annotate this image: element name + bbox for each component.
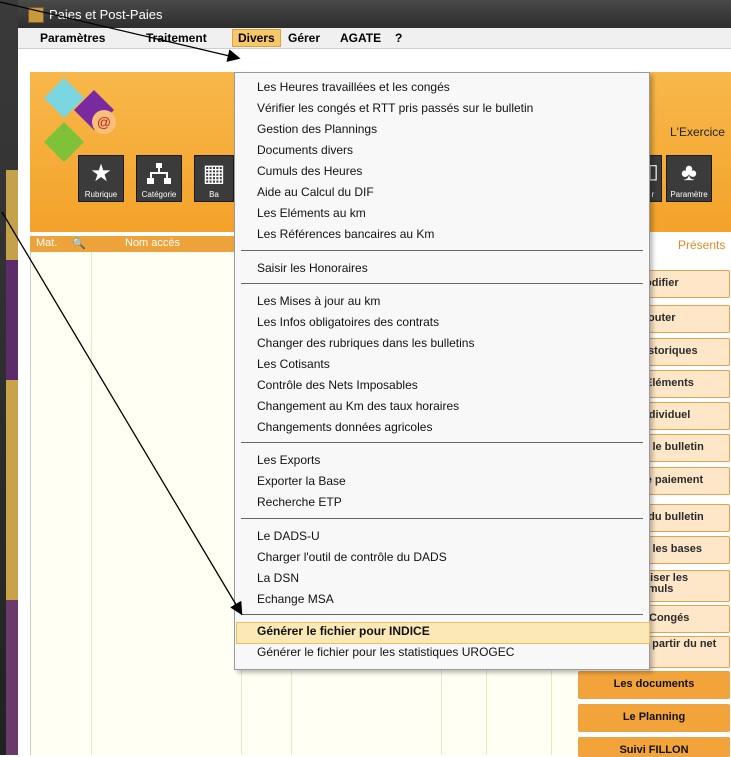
hierarchy-icon — [147, 163, 171, 184]
menu-item-infos-contrats[interactable]: Les Infos obligatoires des contrats — [257, 315, 439, 329]
ba-button[interactable]: ▦ Ba — [194, 155, 234, 202]
menu-item-donnees-agricoles[interactable]: Changements données agricoles — [257, 420, 432, 434]
menu-gerer[interactable]: Gérer — [288, 31, 320, 45]
menu-item-nets-imposables[interactable]: Contrôle des Nets Imposables — [257, 378, 418, 392]
star-icon: ★ — [90, 160, 112, 187]
menu-item-references-bancaires[interactable]: Les Références bancaires au Km — [257, 227, 434, 241]
menu-item-changer-rubriques[interactable]: Changer des rubriques dans les bulletins — [257, 336, 474, 350]
menu-bar: Paramètres Traitement Divers Gérer AGATE… — [18, 28, 731, 49]
menu-item-recherche-etp[interactable]: Recherche ETP — [257, 495, 342, 509]
window-title: Paies et Post-Paies — [49, 7, 163, 22]
menu-item-dsn[interactable]: La DSN — [257, 571, 299, 585]
menu-item-exporter-base[interactable]: Exporter la Base — [257, 474, 346, 488]
documents-button[interactable]: Les documents — [578, 671, 730, 699]
menu-item-outil-controle-dads[interactable]: Charger l'outil de contrôle du DADS — [257, 550, 447, 564]
menu-item-heures-conges[interactable]: Les Heures travaillées et les congés — [257, 80, 450, 94]
exercice-label: L'Exercice — [670, 125, 725, 139]
menu-separator — [241, 283, 643, 284]
rubrique-button[interactable]: ★ Rubrique — [78, 155, 124, 202]
menu-divers[interactable]: Divers — [232, 29, 281, 47]
grid-icon: ▦ — [202, 160, 226, 187]
menu-item-gestion-plannings[interactable]: Gestion des Plannings — [257, 122, 377, 136]
menu-item-aide-dif[interactable]: Aide au Calcul du DIF — [257, 185, 374, 199]
menu-item-elements-km[interactable]: Les Eléments au km — [257, 206, 366, 220]
grid-header: Mat. 🔍 Nom accès — [30, 236, 240, 252]
menu-item-honoraires[interactable]: Saisir les Honoraires — [257, 261, 368, 275]
menu-separator — [241, 518, 643, 519]
menu-item-fichier-urogec[interactable]: Générer le fichier pour les statistiques… — [257, 645, 514, 659]
app-logo: @ — [44, 78, 116, 162]
menu-item-exports[interactable]: Les Exports — [257, 453, 320, 467]
svg-text:@: @ — [97, 114, 111, 130]
menu-separator — [241, 250, 643, 251]
menu-item-cumuls-heures[interactable]: Cumuls des Heures — [257, 164, 362, 178]
tree-icon: ♣ — [681, 159, 697, 186]
menu-parametres[interactable]: Paramètres — [40, 31, 105, 45]
menu-separator — [241, 614, 643, 615]
search-icon[interactable]: 🔍 — [72, 237, 86, 250]
menu-traitement[interactable]: Traitement — [146, 31, 207, 45]
presents-tab[interactable]: Présents — [678, 238, 725, 252]
planning-button[interactable]: Le Planning — [578, 704, 730, 732]
menu-item-cotisants[interactable]: Les Cotisants — [257, 357, 330, 371]
menu-item-mises-a-jour[interactable]: Les Mises à jour au km — [257, 294, 380, 308]
suivi-fillon-button[interactable]: Suivi FILLON — [578, 737, 730, 757]
menu-item-documents-divers[interactable]: Documents divers — [257, 143, 353, 157]
menu-separator — [241, 442, 643, 443]
menu-item-echange-msa[interactable]: Echange MSA — [257, 592, 334, 606]
app-icon — [28, 7, 44, 23]
parametre-button[interactable]: ♣ Paramètre — [666, 155, 712, 202]
desktop-edge — [0, 0, 18, 755]
column-mat[interactable]: Mat. — [36, 237, 57, 249]
title-bar: Paies et Post-Paies — [18, 0, 731, 28]
menu-item-taux-horaires[interactable]: Changement au Km des taux horaires — [257, 399, 459, 413]
menu-item-verifier-conges[interactable]: Vérifier les congés et RTT pris passés s… — [257, 101, 533, 115]
menu-item-fichier-indice[interactable]: Générer le fichier pour INDICE — [257, 624, 430, 638]
menu-help[interactable]: ? — [395, 31, 402, 45]
categorie-button[interactable]: Catégorie — [136, 155, 182, 202]
menu-item-dads-u[interactable]: Le DADS-U — [257, 529, 320, 543]
divers-dropdown-menu: Les Heures travaillées et les congés Vér… — [234, 72, 650, 670]
column-nom-acces[interactable]: Nom accès — [125, 237, 180, 249]
menu-agate[interactable]: AGATE — [340, 31, 381, 45]
